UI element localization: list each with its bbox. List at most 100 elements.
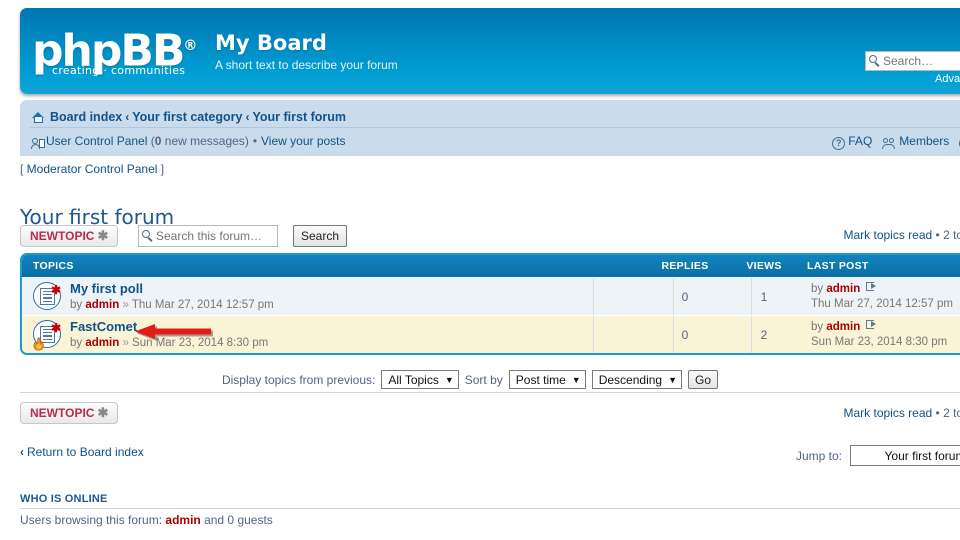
views-count: 1 bbox=[760, 289, 768, 304]
return-link[interactable]: Return to Board index bbox=[27, 445, 144, 459]
who-is-online-prefix: Users browsing this forum: bbox=[20, 513, 163, 527]
topic-author[interactable]: admin bbox=[85, 299, 119, 311]
last-post-cell: by admin Sun Mar 23, 2014 8:30 pm bbox=[803, 316, 960, 353]
topic-list-header-row: TOPICS REPLIES VIEWS LAST POST bbox=[22, 255, 960, 277]
column-divider bbox=[673, 316, 674, 353]
navigation-bar: Board index ‹ Your first category ‹ Your… bbox=[20, 100, 960, 156]
sort-order-value: Descending bbox=[598, 372, 663, 387]
new-messages-label: new messages bbox=[164, 134, 245, 148]
board-title: My Board bbox=[215, 31, 327, 55]
toolbar-right-links-bottom: Mark topics read • 2 topics • bbox=[844, 406, 960, 420]
faq-link[interactable]: ? FAQ bbox=[832, 134, 872, 150]
new-topic-button[interactable]: NEW TOPIC ✱ bbox=[20, 225, 119, 247]
jump-to-control: Jump to: Your first forum bbox=[796, 445, 960, 466]
chevron-down-icon: ▼ bbox=[571, 374, 581, 385]
logo-registered-mark: ® bbox=[183, 38, 198, 54]
forum-search-box[interactable] bbox=[138, 225, 278, 247]
topic-text-block: FastComet by admin » Sun Mar 23, 2014 8:… bbox=[70, 319, 268, 351]
go-button[interactable]: Go bbox=[688, 370, 719, 389]
moderator-control-panel-link[interactable]: Moderator Control Panel bbox=[27, 162, 158, 176]
column-divider bbox=[751, 278, 752, 315]
who-is-online-title: WHO IS ONLINE bbox=[20, 493, 108, 505]
user-navigation-right: ? FAQ Members Logout bbox=[832, 131, 960, 151]
sort-order-select[interactable]: Descending ▼ bbox=[591, 370, 682, 389]
new-message-count: 0 bbox=[154, 134, 162, 148]
new-topic-button-bottom[interactable]: NEW TOPIC ✱ bbox=[20, 402, 119, 424]
topic-title-link[interactable]: My first poll bbox=[70, 281, 143, 296]
breadcrumb-separator: ‹ bbox=[245, 109, 250, 124]
sort-by-select[interactable]: Post time ▼ bbox=[508, 370, 586, 389]
phpbb-logo[interactable]: phpBB® creating · communities bbox=[32, 24, 197, 82]
new-topic-label-new: NEW bbox=[30, 229, 58, 243]
mark-topics-read-link-top[interactable]: Mark topics read bbox=[844, 228, 933, 242]
by-label: by bbox=[70, 336, 83, 349]
views-count: 2 bbox=[760, 327, 768, 342]
page-root: phpBB® creating · communities My Board A… bbox=[0, 0, 960, 540]
display-previous-select[interactable]: All Topics ▼ bbox=[381, 370, 459, 389]
dot-separator: • bbox=[935, 228, 940, 242]
topic-cell: ✱ FastComet by admin » Sun Mar 23, 2014 … bbox=[22, 316, 645, 353]
column-header-last-post: LAST POST bbox=[807, 260, 869, 272]
search-icon bbox=[869, 55, 881, 67]
header-search-input[interactable] bbox=[883, 54, 960, 68]
topic-list-table: TOPICS REPLIES VIEWS LAST POST ✱ My firs… bbox=[20, 253, 960, 355]
members-link[interactable]: Members bbox=[882, 134, 950, 149]
user-control-panel-icon bbox=[31, 137, 45, 150]
topic-title-link[interactable]: FastComet bbox=[70, 319, 137, 334]
table-row[interactable]: ✱ My first poll by admin » Thu Mar 27, 2… bbox=[22, 277, 960, 315]
asterisk-icon: ✱ bbox=[97, 405, 109, 420]
jump-to-select[interactable]: Your first forum bbox=[850, 445, 960, 466]
column-divider bbox=[593, 316, 594, 353]
breadcrumb: Board index ‹ Your first category ‹ Your… bbox=[32, 106, 960, 127]
online-user[interactable]: admin bbox=[165, 513, 200, 527]
advanced-search-link[interactable]: Advanced search bbox=[935, 73, 960, 85]
search-icon bbox=[142, 230, 154, 242]
display-previous-value: All Topics bbox=[388, 372, 439, 387]
return-to-board-index[interactable]: ‹ Return to Board index bbox=[20, 445, 144, 459]
jump-to-label: Jump to: bbox=[795, 448, 842, 463]
breadcrumb-category[interactable]: Your first category bbox=[132, 110, 242, 124]
column-divider bbox=[751, 316, 752, 353]
column-header-replies: REPLIES bbox=[661, 260, 709, 272]
topic-author[interactable]: admin bbox=[85, 337, 119, 349]
divider bbox=[20, 392, 960, 393]
new-topic-label-new: NEW bbox=[30, 406, 58, 420]
last-post-author[interactable]: admin bbox=[826, 321, 860, 333]
column-header-views: VIEWS bbox=[746, 260, 782, 272]
sort-by-value: Post time bbox=[515, 372, 566, 387]
topic-byline: by admin » Sun Mar 23, 2014 8:30 pm bbox=[70, 337, 268, 349]
breadcrumb-forum[interactable]: Your first forum bbox=[252, 110, 346, 124]
board-description: A short text to describe your forum bbox=[215, 58, 398, 72]
column-header-topics: TOPICS bbox=[33, 260, 74, 272]
display-options-label: Display topics from previous: bbox=[221, 372, 376, 387]
breadcrumb-board-index[interactable]: Board index bbox=[50, 110, 122, 124]
toolbar-right-links-top: Mark topics read • 2 topics • bbox=[844, 228, 960, 242]
mark-topics-read-link-bottom[interactable]: Mark topics read bbox=[844, 406, 933, 420]
sort-by-label: Sort by bbox=[464, 372, 503, 387]
replies-count: 0 bbox=[681, 289, 689, 304]
navbar-divider bbox=[30, 127, 960, 128]
moderator-control-panel-line: [ Moderator Control Panel ] bbox=[20, 162, 165, 176]
view-latest-post-icon[interactable] bbox=[866, 281, 877, 292]
replies-count: 0 bbox=[681, 327, 689, 342]
topic-byline: by admin » Thu Mar 27, 2014 12:57 pm bbox=[70, 299, 274, 311]
table-row[interactable]: ✱ FastComet by admin » Sun Mar 23, 2014 … bbox=[22, 315, 960, 353]
members-label: Members bbox=[899, 134, 950, 148]
forum-search-input[interactable] bbox=[156, 229, 270, 243]
nav-dot: • bbox=[252, 134, 258, 148]
view-your-posts-link[interactable]: View your posts bbox=[261, 134, 346, 148]
forum-search-button[interactable]: Search bbox=[293, 225, 348, 247]
logo-tagline: creating · communities bbox=[52, 64, 186, 77]
user-control-panel-link[interactable]: User Control Panel bbox=[46, 134, 147, 148]
last-post-block: by admin Sun Mar 23, 2014 8:30 pm bbox=[811, 319, 947, 350]
topic-count-bottom: 2 topics bbox=[943, 406, 960, 420]
user-navigation: User Control Panel (0 new messages) • Vi… bbox=[31, 131, 346, 151]
last-post-date: Thu Mar 27, 2014 12:57 pm bbox=[811, 297, 953, 310]
view-latest-post-icon[interactable] bbox=[866, 319, 877, 330]
new-topic-label-topic: TOPIC bbox=[58, 229, 95, 243]
ucp-message-count: (0 new messages) bbox=[147, 134, 249, 148]
forum-toolbar-top: NEWTOPIC✱ Search Mark topics read • 2 to… bbox=[20, 225, 960, 249]
header-search-box[interactable] bbox=[865, 51, 960, 71]
topic-normal-icon: ✱ bbox=[33, 281, 63, 312]
last-post-author[interactable]: admin bbox=[826, 283, 860, 295]
